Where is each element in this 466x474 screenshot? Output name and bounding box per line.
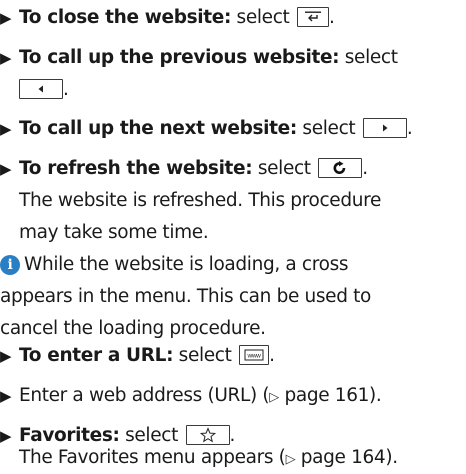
loading-info-note: i While the website is loading, a cross … bbox=[0, 249, 466, 345]
favorites-item: ▶ Favorites: select . The Favorites menu… bbox=[0, 420, 466, 474]
page-reference-164[interactable]: page 164 bbox=[301, 447, 386, 468]
triangle-left-icon bbox=[38, 85, 43, 92]
enter-web-address-item: ▶ Enter a web address (URL) (▷ page 161)… bbox=[0, 380, 466, 412]
close-period: . bbox=[328, 7, 335, 28]
enter-url-heading: To enter a URL: bbox=[19, 345, 174, 366]
refresh-button-symbol bbox=[318, 157, 363, 178]
favorites-end: ). bbox=[385, 447, 398, 468]
close-website-item: ▶ To close the website: select . bbox=[0, 2, 466, 34]
page-reference-161[interactable]: page 161 bbox=[284, 385, 369, 406]
next-website-item: ▶ To call up the next website: select . bbox=[0, 113, 466, 145]
info-icon: i bbox=[0, 255, 20, 275]
page-ref-arrow-icon: ▷ bbox=[285, 452, 296, 467]
next-website-heading: To call up the next website: bbox=[19, 118, 297, 139]
close-button-symbol bbox=[296, 6, 329, 27]
refresh-icon bbox=[333, 160, 346, 174]
previous-website-select-text: select bbox=[339, 47, 398, 68]
bullet-icon: ▶ bbox=[0, 160, 12, 178]
favorites-heading: Favorites: bbox=[19, 425, 120, 446]
enter-url-item: ▶ To enter a URL: select www . bbox=[0, 340, 466, 372]
favorites-result-text: The Favorites menu appears ( bbox=[19, 447, 286, 468]
info-note-line1: While the website is loading, a cross bbox=[24, 254, 349, 275]
enter-url-select-text: select bbox=[173, 345, 232, 366]
bullet-icon: ▶ bbox=[0, 387, 12, 405]
next-period: . bbox=[406, 118, 413, 139]
bullet-icon: ▶ bbox=[0, 120, 12, 138]
url-button-symbol: www bbox=[239, 344, 270, 365]
favorites-button-symbol bbox=[185, 424, 230, 445]
bullet-icon: ▶ bbox=[0, 9, 12, 27]
star-icon bbox=[199, 427, 216, 442]
bullet-icon: ▶ bbox=[0, 347, 12, 365]
url-period: . bbox=[269, 345, 275, 366]
previous-website-heading: To call up the previous website: bbox=[19, 47, 340, 68]
refresh-website-item: ▶ To refresh the website: select . The w… bbox=[0, 153, 466, 249]
web-address-text: Enter a web address (URL) ( bbox=[19, 385, 270, 406]
refresh-website-heading: To refresh the website: bbox=[19, 158, 253, 179]
close-website-heading: To close the website: bbox=[19, 7, 232, 28]
info-note-line2: appears in the menu. This can be used to bbox=[0, 286, 372, 307]
triangle-right-icon bbox=[382, 124, 388, 131]
refresh-result-line2: may take some time. bbox=[19, 222, 209, 243]
manual-page: ▶ To close the website: select . ▶ To ca… bbox=[0, 0, 466, 468]
svg-text:www: www bbox=[247, 352, 262, 359]
close-website-select-text: select bbox=[231, 7, 290, 28]
back-exit-icon bbox=[304, 11, 321, 21]
page-ref-arrow-icon: ▷ bbox=[269, 390, 279, 405]
next-button-symbol bbox=[362, 117, 407, 138]
favorites-period: . bbox=[229, 425, 236, 446]
bullet-icon: ▶ bbox=[0, 49, 12, 67]
previous-button-symbol bbox=[19, 78, 63, 99]
previous-website-item: ▶ To call up the previous website: selec… bbox=[0, 42, 466, 106]
refresh-period: . bbox=[362, 158, 368, 179]
web-address-end: ). bbox=[369, 385, 382, 406]
refresh-website-select-text: select bbox=[252, 158, 311, 179]
previous-period: . bbox=[63, 79, 69, 100]
refresh-result-line1: The website is refreshed. This procedure bbox=[19, 190, 381, 211]
next-website-select-text: select bbox=[296, 118, 356, 139]
favorites-select-text: select bbox=[119, 425, 178, 446]
www-icon: www bbox=[244, 349, 264, 360]
